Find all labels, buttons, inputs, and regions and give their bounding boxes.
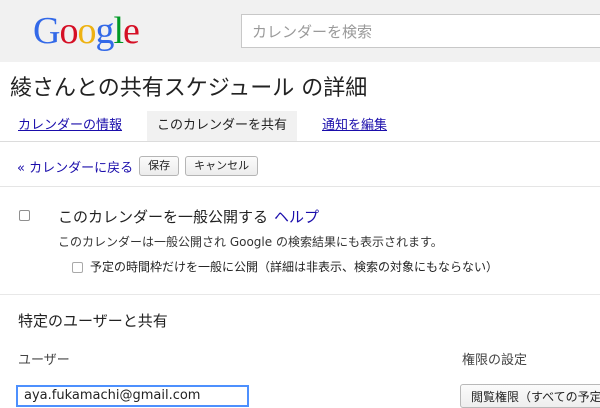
logo-letter: l xyxy=(113,10,124,52)
logo-letter: o xyxy=(77,10,96,52)
help-link[interactable]: ヘルプ xyxy=(274,208,319,226)
logo-letter: o xyxy=(59,10,78,52)
user-column-header: ユーザー xyxy=(18,353,70,368)
save-button[interactable]: 保存 xyxy=(139,156,180,176)
settings-tabs: カレンダーの情報 このカレンダーを共有 通知を編集 xyxy=(0,111,600,141)
section-divider xyxy=(0,294,600,295)
logo-letter: e xyxy=(123,10,140,52)
public-calendar-checkbox[interactable] xyxy=(19,210,30,221)
divider xyxy=(0,186,600,187)
cancel-button[interactable]: キャンセル xyxy=(185,156,259,176)
logo-letter: G xyxy=(33,10,60,52)
permission-select[interactable]: 閲覧権限（すべての予定の詳細） xyxy=(460,384,600,408)
share-with-users-heading: 特定のユーザーと共有 xyxy=(18,312,168,330)
email-field[interactable]: aya.fukamachi@gmail.com xyxy=(16,385,249,407)
logo-letter: g xyxy=(95,10,114,52)
back-to-calendar-link[interactable]: « カレンダーに戻る xyxy=(17,157,133,176)
google-logo[interactable]: Google xyxy=(33,9,140,53)
page-title: 綾さんとの共有スケジュール の詳細 xyxy=(10,76,368,101)
top-bar: Google カレンダーを検索 xyxy=(0,0,600,62)
busy-only-label: 予定の時間枠だけを一般に公開（詳細は非表示、検索の対象にもならない） xyxy=(90,260,499,274)
tab-calendar-details[interactable]: カレンダーの情報 xyxy=(18,111,122,141)
calendar-search-input[interactable]: カレンダーを検索 xyxy=(241,14,600,48)
tab-share-calendar[interactable]: このカレンダーを共有 xyxy=(147,111,298,141)
search-placeholder: カレンダーを検索 xyxy=(252,22,373,41)
public-calendar-description: このカレンダーは一般公開され Google の検索結果にも表示されます。 xyxy=(58,235,443,249)
public-calendar-label: このカレンダーを一般公開する ヘルプ xyxy=(58,206,319,227)
action-bar: « カレンダーに戻る 保存 キャンセル xyxy=(17,155,264,177)
tab-edit-notifications[interactable]: 通知を編集 xyxy=(322,111,387,141)
public-calendar-text: このカレンダーを一般公開する xyxy=(58,208,269,226)
permission-column-header: 権限の設定 xyxy=(462,353,528,368)
tab-divider xyxy=(0,141,600,142)
busy-only-checkbox[interactable] xyxy=(72,262,83,273)
